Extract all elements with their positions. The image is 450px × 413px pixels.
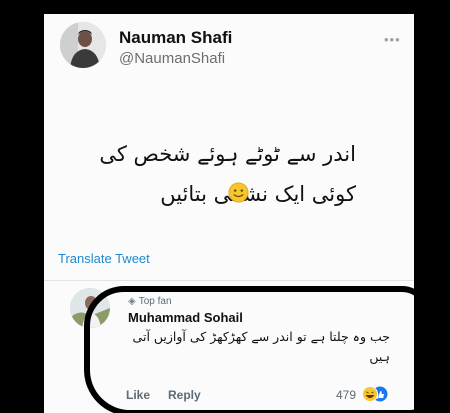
tweet-text-line-1: اندر سے ٹوٹے ہوئے شخص کی <box>99 142 356 166</box>
author-avatar[interactable] <box>60 22 106 68</box>
more-dots-icon[interactable]: ••• <box>384 32 401 47</box>
highlight-scribble <box>84 286 414 413</box>
tweet-text-line-2: کوئی ایک نشانی بتائیں <box>160 182 356 206</box>
author-display-name[interactable]: Nauman Shafi <box>119 28 232 48</box>
translate-tweet-link[interactable]: Translate Tweet <box>58 251 150 266</box>
slightly-smiling-face-icon <box>228 182 249 203</box>
tweet-text: اندر سے ٹوٹے ہوئے شخص کی کوئی ایک نشانی … <box>76 134 356 214</box>
tweet-card: Nauman Shafi @NaumanShafi ••• اندر سے ٹو… <box>44 14 414 413</box>
author-handle[interactable]: @NaumanShafi <box>119 50 225 67</box>
divider <box>44 280 414 281</box>
